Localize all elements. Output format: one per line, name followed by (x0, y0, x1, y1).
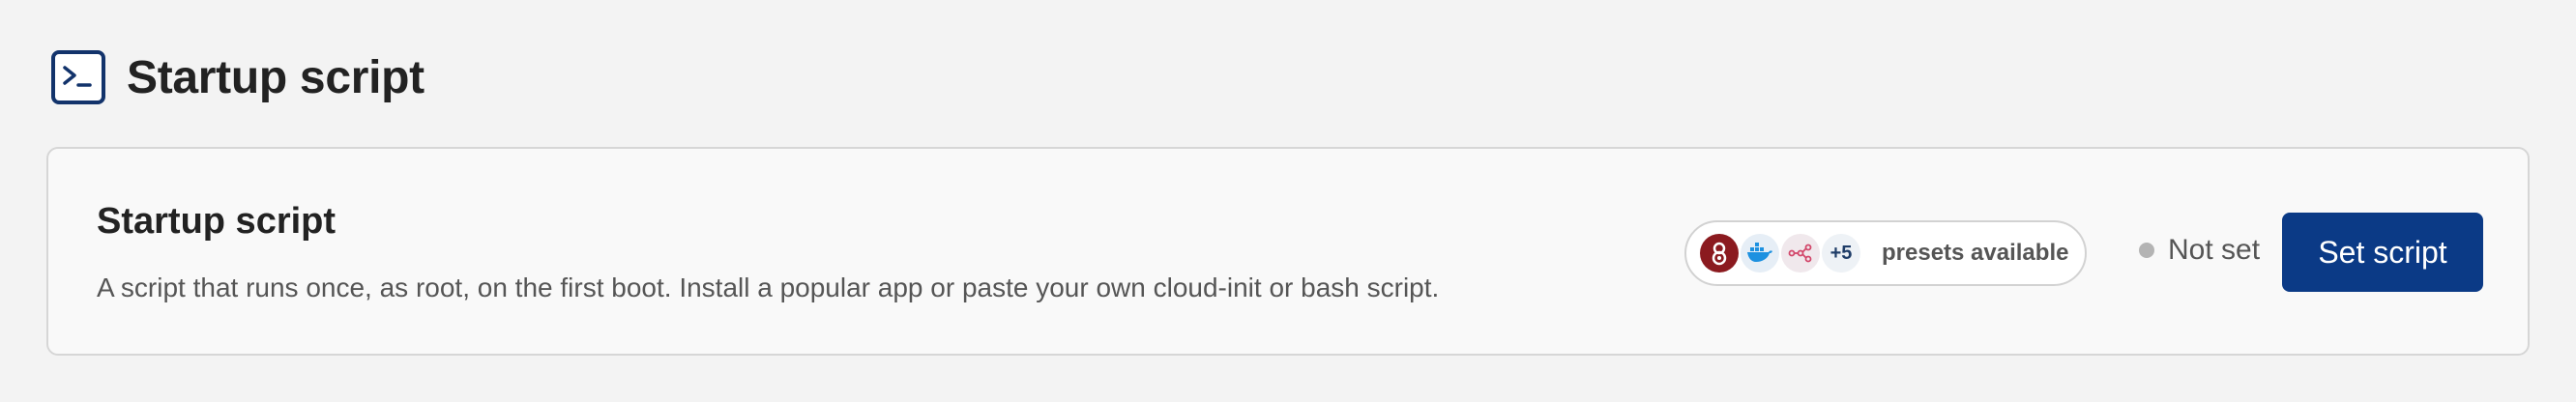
startup-script-card: Startup script A script that runs once, … (46, 147, 2530, 356)
docker-icon (1741, 234, 1779, 273)
card-title: Startup script (97, 201, 337, 242)
set-script-button[interactable]: Set script (2282, 213, 2483, 292)
card-description: A script that runs once, as root, on the… (97, 273, 1440, 302)
presets-extra-count: +5 (1822, 234, 1860, 273)
status-dot-icon (2139, 243, 2154, 258)
presets-label: presets available (1882, 240, 2069, 266)
page-header: Startup script (51, 50, 424, 104)
presets-pill[interactable]: +5 presets available (1684, 220, 2087, 286)
app-preset-icon (1700, 234, 1739, 273)
status-text: Not set (2168, 234, 2261, 266)
status-badge: Not set (2139, 234, 2260, 267)
terminal-icon (51, 50, 105, 104)
network-preset-icon (1781, 234, 1820, 273)
page-title: Startup script (127, 51, 424, 103)
